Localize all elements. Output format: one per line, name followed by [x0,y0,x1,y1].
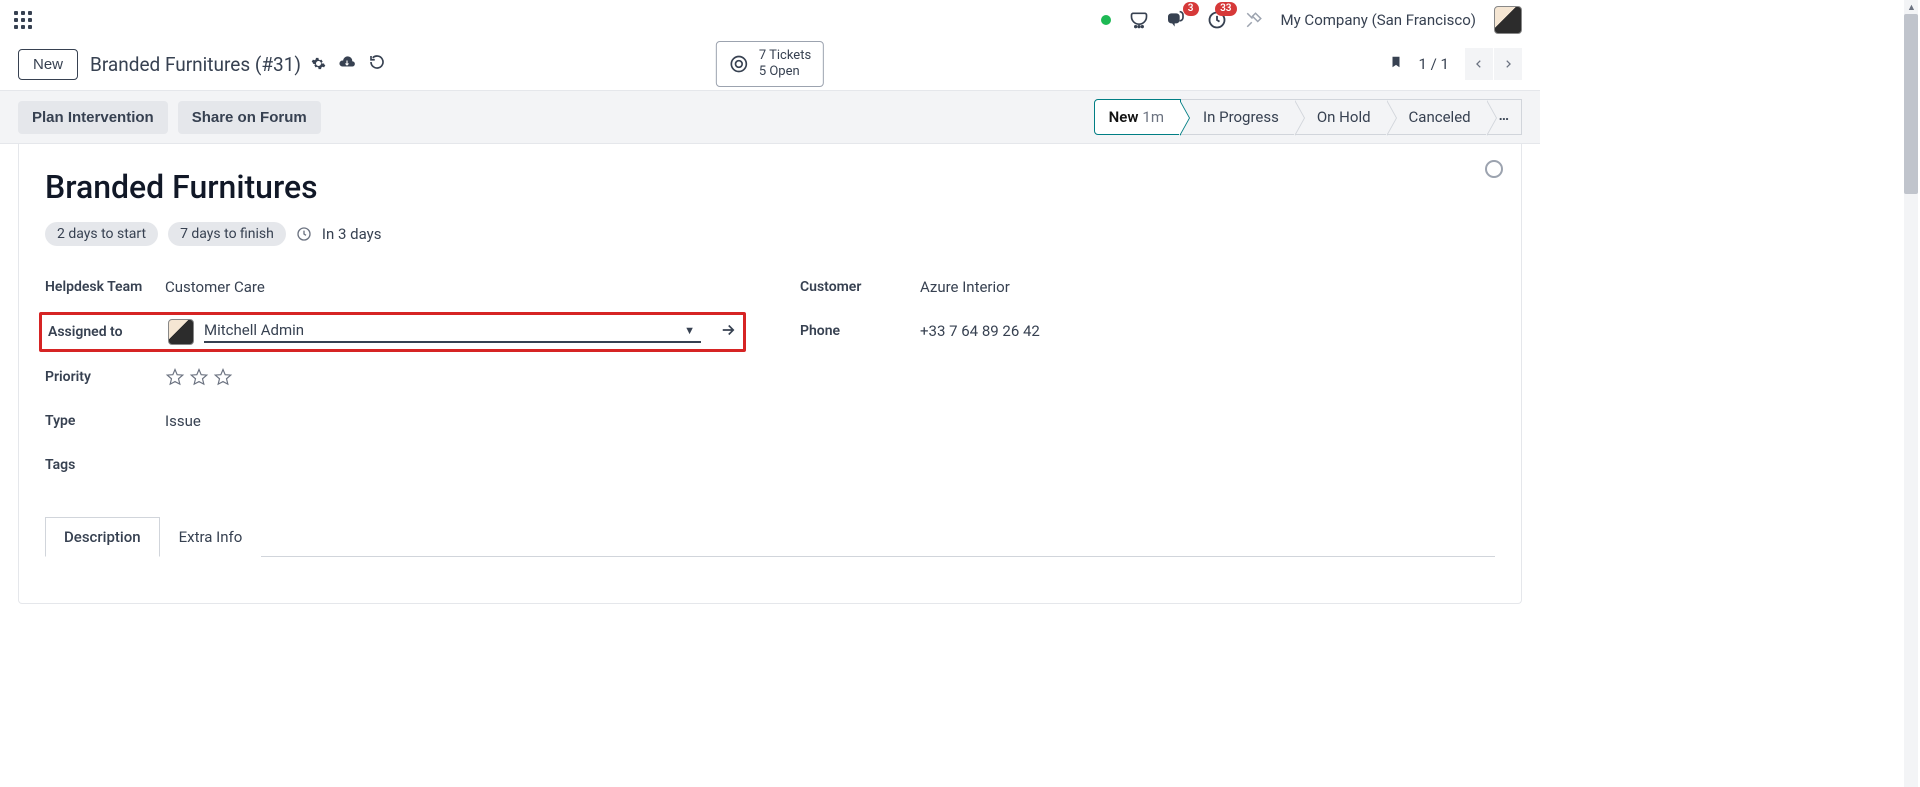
pager-next-button[interactable] [1494,48,1522,80]
cloud-save-icon[interactable] [338,53,356,75]
tab-description[interactable]: Description [45,517,160,557]
label-helpdesk-team: Helpdesk Team [45,279,165,295]
scrollbar[interactable]: ▲ [1904,0,1918,787]
clock-icon [296,226,312,242]
notebook-tabs: Description Extra Info [45,516,1495,557]
tickets-open: 5 Open [759,64,811,80]
scroll-up-icon[interactable]: ▲ [1907,2,1916,13]
tickets-stat-button[interactable]: 7 Tickets 5 Open [716,41,824,87]
value-helpdesk-team[interactable]: Customer Care [165,278,265,296]
assigned-to-highlight: Assigned to Mitchell Admin ▼ [39,312,746,352]
label-tags: Tags [45,457,165,473]
voip-icon[interactable] [1129,10,1149,30]
discard-icon[interactable] [368,53,386,75]
value-phone[interactable]: +33 7 64 89 26 42 [920,322,1040,340]
pager[interactable]: 1 / 1 [1419,55,1450,73]
stage-on-hold[interactable]: On Hold [1295,99,1387,135]
stage-new[interactable]: New1m [1094,99,1181,135]
activities-icon[interactable]: 33 [1207,10,1227,30]
kanban-state-toggle[interactable] [1485,160,1503,178]
new-button[interactable]: New [18,49,78,80]
assigned-to-field[interactable]: Mitchell Admin ▼ [204,321,701,343]
stage-selector: New1m In Progress On Hold Canceled … [1094,99,1522,135]
due-text: In 3 days [322,225,382,243]
label-customer: Customer [800,279,920,295]
stage-in-progress[interactable]: In Progress [1181,99,1295,135]
statusbar: Plan Intervention Share on Forum New1m I… [0,90,1540,144]
scrollbar-thumb[interactable] [1904,14,1918,194]
bookmark-icon[interactable] [1389,53,1403,75]
plan-intervention-button[interactable]: Plan Intervention [18,101,168,134]
star-icon[interactable] [189,367,209,387]
tools-icon[interactable] [1245,11,1263,29]
presence-indicator [1101,15,1111,25]
form-sheet: Branded Furnitures 2 days to start 7 day… [18,144,1522,604]
topbar: 3 33 My Company (San Francisco) [0,0,1540,40]
activities-badge: 33 [1215,2,1236,16]
record-title[interactable]: Branded Furnitures [45,168,1495,206]
days-to-finish-pill: 7 days to finish [168,222,286,246]
value-customer[interactable]: Azure Interior [920,278,1010,296]
company-selector[interactable]: My Company (San Francisco) [1281,11,1476,29]
assignee-avatar [168,319,194,345]
assigned-to-value: Mitchell Admin [204,321,678,339]
control-panel: New Branded Furnitures (#31) 7 Tickets 5… [0,40,1540,90]
star-icon[interactable] [213,367,233,387]
breadcrumb-title: Branded Furnitures (#31) [90,53,301,76]
days-to-start-pill: 2 days to start [45,222,158,246]
share-on-forum-button[interactable]: Share on Forum [178,101,321,134]
tab-extra-info[interactable]: Extra Info [160,517,262,557]
label-priority: Priority [45,369,165,385]
breadcrumb: Branded Furnitures (#31) [90,53,326,76]
gear-icon[interactable] [311,53,326,76]
label-phone: Phone [800,323,920,339]
star-icon[interactable] [165,367,185,387]
open-record-icon[interactable] [719,321,737,343]
messages-icon[interactable]: 3 [1167,10,1189,30]
value-type[interactable]: Issue [165,412,201,430]
user-avatar[interactable] [1494,6,1522,34]
dropdown-caret-icon[interactable]: ▼ [678,324,701,337]
messages-badge: 3 [1183,2,1199,16]
apps-menu-icon[interactable] [14,11,32,29]
stage-canceled[interactable]: Canceled [1387,99,1487,135]
tickets-count: 7 Tickets [759,48,811,64]
pager-prev-button[interactable] [1465,48,1493,80]
label-assigned-to: Assigned to [48,324,168,340]
label-type: Type [45,413,165,429]
priority-stars[interactable] [165,367,233,387]
